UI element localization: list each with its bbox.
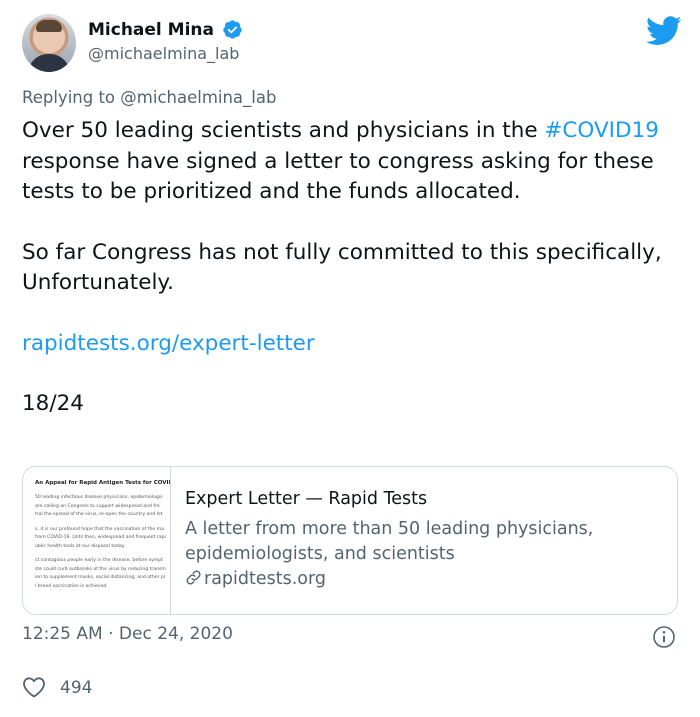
thumbnail-text-line: ste could curb outbreaks of the virus by… xyxy=(35,566,166,572)
tweet-date: Dec 24, 2020 xyxy=(118,624,233,644)
hashtag-link[interactable]: #COVID19 xyxy=(544,118,659,143)
thumbnail-text-line: ct contagious people early in the diseas… xyxy=(35,558,163,563)
verified-icon xyxy=(223,20,242,39)
info-icon[interactable] xyxy=(652,625,676,649)
card-body: Expert Letter — Rapid Tests A letter fro… xyxy=(185,489,665,589)
thumbnail-text-line: from COVID-19. Until then, widespread an… xyxy=(35,535,166,540)
like-count: 494 xyxy=(60,678,93,698)
thumbnail-text-line: 50 leading infectious disease physicians… xyxy=(35,495,163,500)
twitter-bird-icon[interactable] xyxy=(646,16,682,46)
thumbnail-text-line: l broad vaccination is achieved. xyxy=(35,583,108,589)
meta-separator: · xyxy=(102,624,119,644)
tweet-time: 12:25 AM xyxy=(22,624,103,644)
replying-to: Replying to @michaelmina_lab xyxy=(22,88,276,107)
tweet-timestamp[interactable]: 12:25 AM · Dec 24, 2020 xyxy=(22,624,233,644)
author-display-name[interactable]: Michael Mina xyxy=(88,20,214,40)
card-thumbnail: An Appeal for Rapid Antigen Tests for CO… xyxy=(23,467,171,614)
tweet-text: Over 50 leading scientists and physician… xyxy=(22,116,682,420)
tweet-url-link[interactable]: rapidtests.org/expert-letter xyxy=(22,329,682,360)
thumbnail-text-line: ublic health tools at our disposal today… xyxy=(35,543,126,549)
author-handle[interactable]: @michaelmina_lab xyxy=(88,44,243,63)
thumbnail-text-line: are calling on Congress to support wides… xyxy=(35,503,160,509)
thumbnail-text-line: trol the spread of the virus, re-open th… xyxy=(35,512,163,517)
replying-to-prefix: Replying to xyxy=(22,88,121,107)
card-domain-text: rapidtests.org xyxy=(204,569,326,589)
card-description: A letter from more than 50 leading physi… xyxy=(185,519,594,564)
author-block[interactable]: Michael Mina @michaelmina_lab xyxy=(88,19,243,63)
thumbnail-text-line: s, it is our profound hope that the vacc… xyxy=(35,526,164,532)
thumbnail-title: An Appeal for Rapid Antigen Tests for CO… xyxy=(35,480,171,486)
avatar[interactable] xyxy=(22,14,76,72)
link-icon xyxy=(186,570,201,585)
heart-icon[interactable] xyxy=(22,676,46,698)
tweet-paragraph-2: So far Congress has not fully committed … xyxy=(22,239,662,296)
link-preview-card[interactable]: An Appeal for Rapid Antigen Tests for CO… xyxy=(22,466,678,615)
card-domain: rapidtests.org xyxy=(185,569,665,589)
thumbnail-text-line: ion to supplement masks, social distanci… xyxy=(35,575,166,580)
card-title: Expert Letter — Rapid Tests xyxy=(185,489,428,509)
tweet-paragraph-1: Over 50 leading scientists and physician… xyxy=(22,118,659,204)
like-button[interactable]: 494 xyxy=(22,676,92,698)
tweet-header: Michael Mina @michaelmina_lab xyxy=(22,14,682,76)
replying-to-mention[interactable]: @michaelmina_lab xyxy=(120,88,276,107)
thread-counter: 18/24 xyxy=(22,391,84,416)
